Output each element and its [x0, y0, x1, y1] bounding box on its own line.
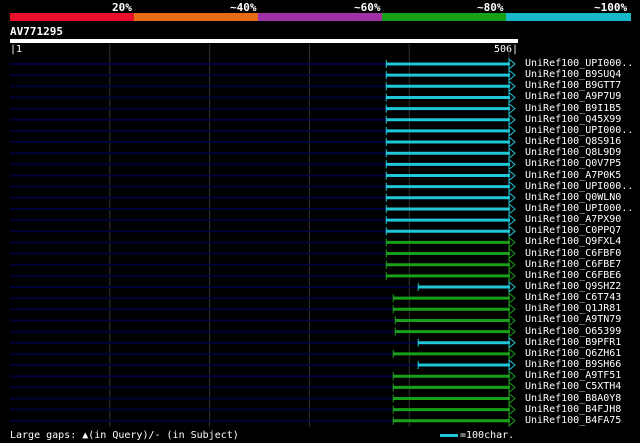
hit-label[interactable]: UniRef100_A7PX90 — [525, 215, 621, 225]
hit-label[interactable]: UniRef100_B4FA75 — [525, 415, 621, 426]
hit-label[interactable]: UniRef100_Q9SHZ2 — [525, 282, 621, 292]
hit-label[interactable]: UniRef100_A9TF51 — [525, 371, 621, 381]
hit-label[interactable]: UniRef100_Q8L9D9 — [525, 148, 621, 158]
hit-label[interactable]: UniRef100_B9I1B5 — [525, 103, 621, 114]
scale-legend: =100char. — [440, 430, 514, 441]
hit-label[interactable]: UniRef100_C6FBF0 — [525, 248, 621, 259]
hit-label[interactable]: UniRef100_UPI000.. — [525, 181, 633, 192]
hit-label[interactable]: UniRef100_Q1JR81 — [525, 304, 621, 314]
hit-label[interactable]: UniRef100_Q0V7P5 — [525, 159, 621, 169]
hit-label[interactable]: UniRef100_B4FJH8 — [525, 404, 621, 415]
hit-label[interactable]: UniRef100_A9TN79 — [525, 315, 621, 325]
hit-label[interactable]: UniRef100_Q6ZH61 — [525, 348, 621, 359]
hit-label[interactable]: UniRef100_Q8S916 — [525, 137, 621, 147]
hit-label[interactable]: UniRef100_Q0WLN0 — [525, 192, 621, 203]
scale-swatch — [440, 433, 458, 437]
hit-label[interactable]: UniRef100_UPI000.. — [525, 125, 633, 136]
hit-label[interactable]: UniRef100_B8A0Y8 — [525, 393, 621, 404]
hit-label[interactable]: UniRef100_B9GTT7 — [525, 81, 621, 91]
hit-label[interactable]: UniRef100_B9SUQ4 — [525, 70, 621, 80]
hit-label[interactable]: UniRef100_Q9FXL4 — [525, 237, 621, 247]
hit-label[interactable]: UniRef100_C6T743 — [525, 293, 621, 303]
hit-label[interactable]: UniRef100_Q45X99 — [525, 114, 621, 125]
hit-label[interactable]: UniRef100_C6FBE7 — [525, 259, 621, 270]
hit-label[interactable]: UniRef100_UPI000.. — [525, 59, 633, 69]
gaps-legend: Large gaps: ▲(in Query)/- (in Subject) — [10, 430, 239, 441]
hit-label[interactable]: UniRef100_UPI000.. — [525, 203, 633, 214]
hit-label[interactable]: UniRef100_C0PPQ7 — [525, 226, 621, 236]
hit-label[interactable]: UniRef100_O65399 — [525, 326, 621, 337]
hit-label[interactable]: UniRef100_A7P0K5 — [525, 170, 621, 181]
hit-label[interactable]: UniRef100_C5XTH4 — [525, 382, 621, 392]
scale-text: =100char. — [460, 430, 515, 441]
hit-label[interactable]: UniRef100_B9SH66 — [525, 360, 621, 370]
hit-label[interactable]: UniRef100_A9P7U9 — [525, 92, 621, 102]
hit-label[interactable]: UniRef100_B9PFR1 — [525, 337, 621, 348]
hit-label[interactable]: UniRef100_C6FBE6 — [525, 270, 621, 281]
